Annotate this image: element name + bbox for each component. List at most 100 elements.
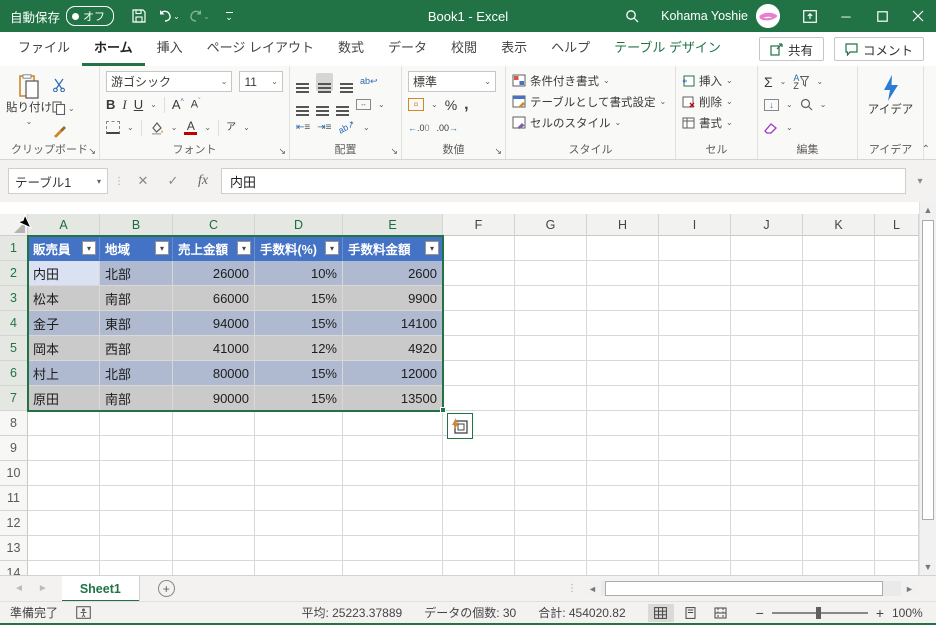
cell-A3[interactable]: 松本 [28, 286, 100, 311]
bold-button[interactable]: B [106, 97, 115, 112]
cell-C5[interactable]: 41000 [173, 336, 255, 361]
cell-F1[interactable] [443, 236, 515, 261]
row-header-1[interactable]: 1 [0, 236, 28, 261]
zoom-slider-thumb[interactable] [815, 606, 821, 619]
row-header-13[interactable]: 13 [0, 536, 28, 561]
cell-J2[interactable] [731, 261, 803, 286]
cell-B5[interactable]: 西部 [100, 336, 173, 361]
cell-F2[interactable] [443, 261, 515, 286]
cell-F7[interactable] [443, 386, 515, 411]
share-button[interactable]: 共有 [758, 37, 824, 61]
filter-button-C[interactable]: ▾ [237, 241, 251, 255]
cell-G1[interactable] [515, 236, 587, 261]
cell-D12[interactable] [255, 511, 343, 536]
cell-B6[interactable]: 北部 [100, 361, 173, 386]
merge-center-button[interactable]: ↔ [356, 99, 371, 110]
cell-C4[interactable]: 94000 [173, 311, 255, 336]
cell-A10[interactable] [28, 461, 100, 486]
orientation-menu[interactable]: ⌄ [363, 123, 370, 132]
autosum-button[interactable]: Σ [764, 74, 773, 90]
new-sheet-button[interactable]: + [157, 580, 175, 597]
column-header-I[interactable]: I [659, 214, 731, 236]
cell-A8[interactable] [28, 411, 100, 436]
cell-I5[interactable] [659, 336, 731, 361]
comment-button[interactable]: コメント [833, 37, 924, 61]
cell-L7[interactable] [875, 386, 919, 411]
ribbon-tab-ホーム[interactable]: ホーム [82, 32, 145, 66]
cell-L1[interactable] [875, 236, 919, 261]
accessibility-checker-icon[interactable] [76, 606, 91, 619]
account-button[interactable]: Kohama Yoshie [649, 4, 792, 28]
cell-G5[interactable] [515, 336, 587, 361]
phonetic-guide-button[interactable]: ア [226, 123, 236, 133]
cell-B7[interactable]: 南部 [100, 386, 173, 411]
cell-E14[interactable] [343, 561, 443, 575]
cell-C3[interactable]: 66000 [173, 286, 255, 311]
cell-L5[interactable] [875, 336, 919, 361]
cell-B2[interactable]: 北部 [100, 261, 173, 286]
bottom-align-button[interactable] [340, 76, 353, 88]
cell-F3[interactable] [443, 286, 515, 311]
normal-view-button[interactable] [647, 603, 674, 622]
cell-I13[interactable] [659, 536, 731, 561]
cell-G7[interactable] [515, 386, 587, 411]
row-header-10[interactable]: 10 [0, 461, 28, 486]
cell-K10[interactable] [803, 461, 875, 486]
accounting-format-menu[interactable]: ⌄ [431, 100, 438, 109]
ideas-button[interactable]: アイデア [864, 70, 917, 140]
percent-style-button[interactable]: % [445, 97, 457, 113]
cell-I12[interactable] [659, 511, 731, 536]
cell-B3[interactable]: 南部 [100, 286, 173, 311]
cell-J14[interactable] [731, 561, 803, 575]
page-break-preview-button[interactable] [708, 604, 734, 622]
cell-D6[interactable]: 15% [255, 361, 343, 386]
cell-A4[interactable]: 金子 [28, 311, 100, 336]
format-as-table-button[interactable]: テーブルとして書式設定 ⌄ [512, 91, 669, 112]
cell-K2[interactable] [803, 261, 875, 286]
format-painter-button[interactable] [52, 120, 75, 142]
cell-G12[interactable] [515, 511, 587, 536]
cell-H8[interactable] [587, 411, 659, 436]
ribbon-tab-ファイル[interactable]: ファイル [6, 32, 82, 66]
cell-G3[interactable] [515, 286, 587, 311]
search-button[interactable] [615, 0, 649, 32]
cell-G6[interactable] [515, 361, 587, 386]
cell-styles-button[interactable]: セルのスタイル ⌄ [512, 112, 669, 133]
column-header-A[interactable]: A [28, 214, 100, 236]
font-size-select[interactable]: 11 ⌄ [239, 71, 283, 92]
cell-B11[interactable] [100, 486, 173, 511]
expand-formula-bar-button[interactable]: ▾ [912, 176, 928, 187]
sheet-tab-sheet1[interactable]: Sheet1 [61, 575, 140, 602]
borders-button[interactable] [106, 121, 120, 134]
middle-align-button[interactable] [316, 72, 333, 91]
align-left-button[interactable] [296, 99, 309, 111]
merge-center-menu[interactable]: ⌄ [378, 100, 385, 109]
cell-C7[interactable]: 90000 [173, 386, 255, 411]
cell-C12[interactable] [173, 511, 255, 536]
cell-L14[interactable] [875, 561, 919, 575]
cell-L13[interactable] [875, 536, 919, 561]
column-header-L[interactable]: L [875, 214, 919, 236]
cut-button[interactable] [52, 74, 75, 96]
cell-E3[interactable]: 9900 [343, 286, 443, 311]
zoom-in-button[interactable]: + [876, 605, 884, 621]
cell-E2[interactable]: 2600 [343, 261, 443, 286]
cell-J4[interactable] [731, 311, 803, 336]
autosum-menu[interactable]: ⌄ [780, 77, 787, 86]
cell-J8[interactable] [731, 411, 803, 436]
cell-I10[interactable] [659, 461, 731, 486]
tabbar-resize-grip[interactable]: ⋮ [567, 583, 578, 594]
clear-button[interactable] [764, 122, 779, 134]
column-header-C[interactable]: C [173, 214, 255, 236]
scroll-left-button[interactable]: ◄ [584, 580, 601, 597]
cell-I1[interactable] [659, 236, 731, 261]
cell-K11[interactable] [803, 486, 875, 511]
cell-C11[interactable] [173, 486, 255, 511]
wrap-text-button[interactable]: ab↩ [360, 76, 378, 87]
cell-F5[interactable] [443, 336, 515, 361]
cell-L3[interactable] [875, 286, 919, 311]
formula-input[interactable]: 内田 [221, 168, 906, 194]
cell-D8[interactable] [255, 411, 343, 436]
collapse-ribbon-button[interactable]: ⌃ [922, 144, 930, 155]
ribbon-tab-挿入[interactable]: 挿入 [145, 32, 195, 66]
